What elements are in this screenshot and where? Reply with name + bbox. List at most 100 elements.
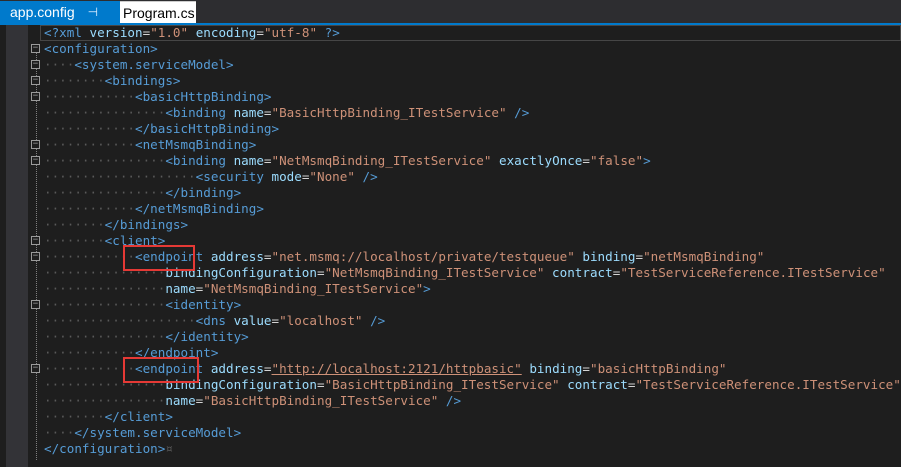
code-line[interactable]: ····················<security mode="None… <box>0 169 901 185</box>
code-line[interactable]: ········</bindings> <box>0 217 901 233</box>
code-line[interactable]: ············</basicHttpBinding> <box>0 121 901 137</box>
code-text: ················name="BasicHttpBinding_I… <box>44 393 461 409</box>
code-line[interactable]: ········</client> <box>0 409 901 425</box>
collapse-icon[interactable]: − <box>31 92 40 101</box>
code-token: <?xml <box>44 25 82 40</box>
tab-app-config[interactable]: app.config ⊣ <box>0 1 120 23</box>
code-token: </client> <box>104 409 173 424</box>
code-token: contract <box>544 265 613 280</box>
code-editor[interactable]: <?xml version="1.0" encoding="utf-8" ?> −… <box>0 25 901 467</box>
code-line[interactable]: − ················<identity> <box>0 297 901 313</box>
collapse-icon[interactable]: − <box>31 300 40 309</box>
collapse-icon[interactable]: − <box>31 76 40 85</box>
whitespace-dots: ············ <box>44 361 135 376</box>
code-token: </binding> <box>165 185 242 200</box>
collapse-icon[interactable]: − <box>31 140 40 149</box>
collapse-icon[interactable]: − <box>31 252 40 261</box>
code-text: ················</identity> <box>44 329 249 345</box>
tab-program-cs[interactable]: Program.cs <box>120 1 196 23</box>
whitespace-dots: ················ <box>44 393 166 408</box>
code-text: ········<bindings> <box>44 73 181 89</box>
code-text: ····<system.serviceModel> <box>44 57 234 73</box>
code-token: name <box>226 153 264 168</box>
code-text: ················<binding name="BasicHttp… <box>44 105 529 121</box>
whitespace-dots: ················ <box>44 281 166 296</box>
code-token: "NetMsmqBinding_ITestService" <box>203 281 424 296</box>
code-line[interactable]: − ········<bindings> <box>0 73 901 89</box>
code-token: "basicHttpBinding" <box>590 361 727 376</box>
whitespace-dots: ················ <box>44 329 166 344</box>
code-token: /> <box>354 169 378 184</box>
code-token: address <box>203 361 264 376</box>
highlight-box-endpoint-2 <box>123 357 199 383</box>
code-token: <binding <box>165 153 226 168</box>
code-token: </identity> <box>165 329 249 344</box>
collapse-icon[interactable]: − <box>31 364 40 373</box>
code-token: "false" <box>590 153 644 168</box>
code-text: ············<netMsmqBinding> <box>44 137 256 153</box>
code-token: "None" <box>309 169 355 184</box>
code-token: "BasicHttpBinding_ITestService" <box>271 105 507 120</box>
whitespace-dots: ···· <box>44 425 75 440</box>
whitespace-dots: ···· <box>44 57 75 72</box>
code-text: ················</binding> <box>44 185 241 201</box>
code-line[interactable]: − ············<basicHttpBinding> <box>0 89 901 105</box>
collapse-icon[interactable]: − <box>31 236 40 245</box>
code-line[interactable]: − ················<binding name="NetMsmqB… <box>0 153 901 169</box>
code-line[interactable]: ················</binding> <box>0 185 901 201</box>
code-line[interactable]: ················name="NetMsmqBinding_ITe… <box>0 281 901 297</box>
code-token: = <box>263 249 272 264</box>
code-token: "TestServiceReference.ITestService" <box>635 377 901 392</box>
collapse-icon[interactable]: − <box>31 44 40 53</box>
code-token: <binding <box>165 105 226 120</box>
code-line[interactable]: </configuration>¤ <box>0 441 901 457</box>
code-text: <?xml version="1.0" encoding="utf-8" ?> <box>44 25 340 41</box>
whitespace-dots: ············ <box>44 201 135 216</box>
whitespace-dots: ················ <box>44 297 166 312</box>
code-token: /> <box>362 313 386 328</box>
code-text: ····················<security mode="None… <box>44 169 378 185</box>
code-text: ················<binding name="NetMsmqBi… <box>44 153 651 169</box>
document-tab-bar: app.config ⊣ Program.cs <box>0 0 901 25</box>
code-token: version <box>81 25 143 40</box>
code-line[interactable]: <?xml version="1.0" encoding="utf-8" ?> <box>0 25 901 41</box>
pin-icon[interactable]: ⊣ <box>88 5 98 19</box>
code-line[interactable]: − ····<system.serviceModel> <box>0 57 901 73</box>
code-line[interactable]: − <configuration> <box>0 41 901 57</box>
code-token: </system.serviceModel> <box>74 425 242 440</box>
code-line[interactable]: ····</system.serviceModel> <box>0 425 901 441</box>
whitespace-dots: ········ <box>44 217 105 232</box>
code-token: name <box>165 281 196 296</box>
code-token: "netMsmqBinding" <box>643 249 765 264</box>
code-token: value <box>226 313 272 328</box>
code-token: = <box>271 313 280 328</box>
code-line[interactable]: ····················<dns value="localhos… <box>0 313 901 329</box>
code-line[interactable]: ················<binding name="BasicHttp… <box>0 105 901 121</box>
code-token: > <box>423 281 431 296</box>
code-line[interactable]: − ············<netMsmqBinding> <box>0 137 901 153</box>
code-line[interactable]: ················</identity> <box>0 329 901 345</box>
whitespace-dots: ················ <box>44 105 166 120</box>
code-text: ············</basicHttpBinding> <box>44 121 279 137</box>
code-token: /> <box>438 393 462 408</box>
code-token: <basicHttpBinding> <box>135 89 272 104</box>
code-token: <security <box>195 169 264 184</box>
code-token: binding <box>521 361 583 376</box>
whitespace-dots: ············ <box>44 121 135 136</box>
whitespace-dots: ············ <box>44 249 135 264</box>
code-text: ········</client> <box>44 409 173 425</box>
code-line[interactable]: ················name="BasicHttpBinding_I… <box>0 393 901 409</box>
code-text: ················<identity> <box>44 297 241 313</box>
code-token: </bindings> <box>104 217 189 232</box>
collapse-icon[interactable]: − <box>31 60 40 69</box>
collapse-icon[interactable]: − <box>31 156 40 165</box>
whitespace-dots: ············ <box>44 89 135 104</box>
code-text: ············<basicHttpBinding> <box>44 89 271 105</box>
code-line[interactable]: ············</netMsmqBinding> <box>0 201 901 217</box>
code-token: contract <box>559 377 628 392</box>
code-token: address <box>203 249 264 264</box>
code-token: "NetMsmqBinding_ITestService" <box>324 265 545 280</box>
code-token: <netMsmqBinding> <box>135 137 257 152</box>
code-token: > <box>643 153 651 168</box>
code-token: "TestServiceReference.ITestService" <box>620 265 886 280</box>
